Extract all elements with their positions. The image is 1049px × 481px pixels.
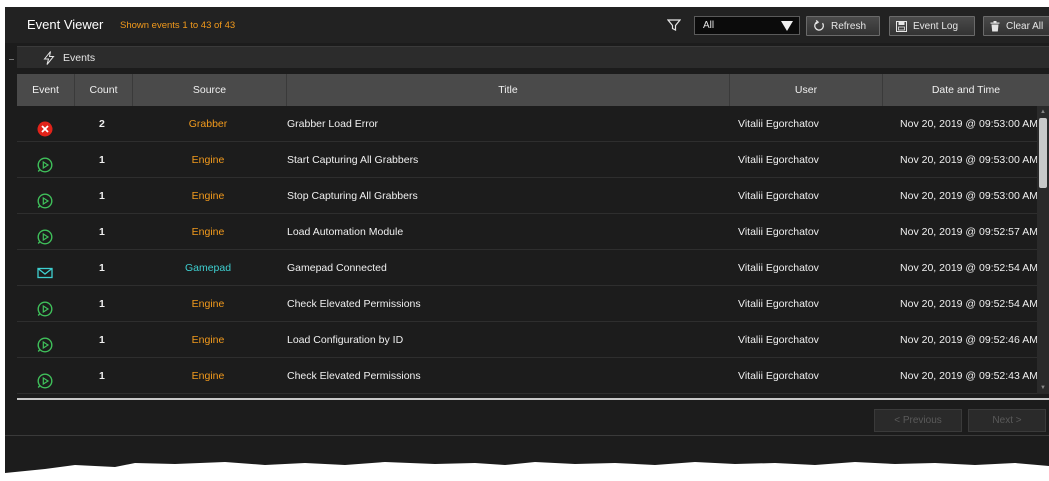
source-cell: Engine <box>191 226 225 238</box>
play-circle-icon <box>37 152 53 173</box>
title-cell: Gamepad Connected <box>287 262 387 274</box>
refresh-icon <box>814 20 824 31</box>
column-header-user[interactable]: User <box>730 74 883 106</box>
table-row[interactable]: 1 Gamepad Gamepad Connected Vitalii Egorcha… <box>17 250 1038 286</box>
trash-icon <box>990 20 1000 31</box>
date-time-cell: Nov 20, 2019 @ 09:53:00 AM <box>900 118 1038 130</box>
date-time-cell: Nov 20, 2019 @ 09:52:46 AM <box>900 334 1038 346</box>
date-time-cell: Nov 20, 2019 @ 09:53:00 AM <box>900 190 1038 202</box>
date-time-cell: Nov 20, 2019 @ 09:52:57 AM <box>900 226 1038 238</box>
user-cell: Vitalii Egorchatov <box>738 262 819 274</box>
source-cell: Engine <box>191 334 225 346</box>
clear-all-button[interactable]: Clear All <box>983 16 1049 36</box>
table-header: Event Count Source Title User Date and T… <box>17 74 1049 106</box>
chevron-down-icon <box>781 21 793 31</box>
events-section-bar: Events <box>17 46 1049 68</box>
source-cell: Engine <box>191 298 225 310</box>
torn-edge-decoration <box>5 462 1049 481</box>
chevron-left-icon: < <box>894 415 901 426</box>
previous-label: Previous <box>902 415 942 426</box>
title-cell: Start Capturing All Grabbers <box>287 154 419 166</box>
previous-page-button[interactable]: < Previous <box>874 409 962 432</box>
date-time-cell: Nov 20, 2019 @ 09:52:43 AM <box>900 370 1038 382</box>
event-type-cell <box>17 322 75 358</box>
event-type-cell <box>17 178 75 214</box>
divider <box>9 59 14 60</box>
divider <box>5 435 1049 436</box>
table-row[interactable]: 1 Engine Check Elevated Permissions Vitalii… <box>17 286 1038 322</box>
header-bar: Event Viewer Shown events 1 to 43 of 43 … <box>5 7 1049 43</box>
event-type-cell <box>17 286 75 322</box>
title-cell: Load Configuration by ID <box>287 334 404 346</box>
column-header-count[interactable]: Count <box>75 74 133 106</box>
refresh-label: Refresh <box>831 20 867 32</box>
lightning-icon <box>43 51 55 65</box>
table-row[interactable]: 1 Engine Stop Capturing All Grabbers Vitali… <box>17 178 1038 214</box>
events-shown-count: Shown events 1 to 43 of 43 <box>120 20 236 31</box>
next-label: Next <box>992 415 1013 426</box>
event-type-cell <box>17 106 75 142</box>
column-header-source[interactable]: Source <box>133 74 287 106</box>
scroll-up-arrow-icon[interactable]: ▲ <box>1040 109 1046 115</box>
event-type-cell <box>17 250 75 286</box>
table-row[interactable]: 2 Grabber Grabber Load Error Vitalii Egorch… <box>17 106 1038 142</box>
filter-icon[interactable] <box>667 18 681 32</box>
event-viewer-window: Event Viewer Shown events 1 to 43 of 43 … <box>5 7 1049 481</box>
event-type-cell <box>17 142 75 178</box>
title-cell: Check Elevated Permissions <box>287 298 421 310</box>
events-section-label: Events <box>63 52 96 64</box>
event-log-label: Event Log <box>913 20 959 32</box>
table-scrollbar[interactable]: ▲ ▼ <box>1037 106 1049 394</box>
play-circle-icon <box>37 224 53 245</box>
column-header-date-time[interactable]: Date and Time <box>883 74 1049 106</box>
page-title: Event Viewer <box>27 17 104 32</box>
chevron-right-icon: > <box>1015 415 1022 426</box>
user-cell: Vitalii Egorchatov <box>738 334 819 346</box>
table-row[interactable]: 1 Engine Load Automation Module Vitalii Ego… <box>17 214 1038 250</box>
refresh-button[interactable]: Refresh <box>806 16 880 36</box>
source-cell: Engine <box>191 154 225 166</box>
event-log-button[interactable]: Event Log <box>889 16 975 36</box>
table-row[interactable]: 1 Engine Start Capturing All Grabbers Vital… <box>17 142 1038 178</box>
table-bottom-border <box>17 398 1049 400</box>
table-row[interactable]: 1 Engine Load Configuration by ID Vitalii E… <box>17 322 1038 358</box>
user-cell: Vitalii Egorchatov <box>738 190 819 202</box>
column-header-title[interactable]: Title <box>287 74 730 106</box>
title-cell: Check Elevated Permissions <box>287 370 421 382</box>
column-header-event[interactable]: Event <box>17 74 75 106</box>
date-time-cell: Nov 20, 2019 @ 09:52:54 AM <box>900 298 1038 310</box>
play-circle-icon <box>37 188 53 209</box>
save-icon <box>896 20 907 32</box>
user-cell: Vitalii Egorchatov <box>738 226 819 238</box>
table-row[interactable]: 1 Engine Check Elevated Permissions Vitalii… <box>17 358 1038 394</box>
event-type-cell <box>17 214 75 250</box>
user-cell: Vitalii Egorchatov <box>738 118 819 130</box>
play-circle-icon <box>37 296 53 317</box>
user-cell: Vitalii Egorchatov <box>738 370 819 382</box>
date-time-cell: Nov 20, 2019 @ 09:53:00 AM <box>900 154 1038 166</box>
event-type-cell <box>17 358 75 394</box>
title-cell: Grabber Load Error <box>287 118 379 130</box>
source-cell: Engine <box>191 370 225 382</box>
filter-selected-value: All <box>703 20 715 31</box>
play-circle-icon <box>37 368 53 389</box>
event-filter-select[interactable]: All <box>694 16 800 35</box>
scroll-down-arrow-icon[interactable]: ▼ <box>1040 385 1046 391</box>
envelope-icon <box>37 260 53 279</box>
error-icon <box>37 116 53 137</box>
next-page-button[interactable]: Next > <box>968 409 1046 432</box>
user-cell: Vitalii Egorchatov <box>738 154 819 166</box>
source-cell: Engine <box>191 190 225 202</box>
date-time-cell: Nov 20, 2019 @ 09:52:54 AM <box>900 262 1038 274</box>
user-cell: Vitalii Egorchatov <box>738 298 819 310</box>
title-cell: Stop Capturing All Grabbers <box>287 190 418 202</box>
play-circle-icon <box>37 332 53 353</box>
scroll-thumb[interactable] <box>1039 118 1047 188</box>
source-cell: Grabber <box>188 118 228 130</box>
clear-all-label: Clear All <box>1006 20 1044 32</box>
source-cell: Gamepad <box>184 262 232 274</box>
title-cell: Load Automation Module <box>287 226 404 238</box>
